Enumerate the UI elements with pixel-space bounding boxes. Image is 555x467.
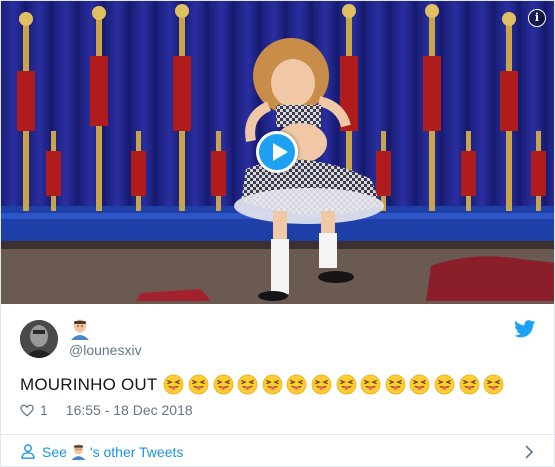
face-with-tongue-icon — [287, 374, 307, 395]
face-with-tongue-icon — [311, 374, 332, 395]
others-label: 's other Tweets — [89, 443, 184, 460]
face-with-tongue-icon — [237, 374, 258, 395]
face-with-tongue-icon — [360, 374, 381, 395]
face-with-tongue-icon — [459, 374, 479, 395]
see-other-tweets-link[interactable]: See 's other Tweets — [21, 443, 183, 460]
man-emoji-icon — [71, 444, 86, 460]
face-with-tongue-icon — [385, 374, 406, 395]
play-button[interactable] — [256, 131, 298, 173]
user-handle[interactable]: @lounesxiv — [69, 342, 142, 358]
like-count[interactable]: 1 — [40, 402, 48, 418]
other-tweets-footer[interactable]: See 's other Tweets — [1, 434, 554, 466]
avatar[interactable] — [20, 320, 58, 358]
tweet-timestamp[interactable]: 16:55 - 18 Dec 2018 — [66, 402, 193, 418]
tweet-text-content: MOURINHO OUT — [20, 374, 158, 394]
tweet-body: @lounesxiv MOURINHO OUT 1 16:55 - 18 Dec… — [1, 304, 554, 430]
face-with-tongue-icon — [410, 374, 430, 395]
tweet-embed-card: i @lounesxiv MOURINHO OUT 1 16:55 - 18 D… — [0, 0, 555, 467]
man-emoji-icon — [71, 319, 89, 340]
heart-icon[interactable] — [20, 404, 34, 417]
face-with-tongue-icon — [164, 374, 184, 395]
tweet-meta: 1 16:55 - 18 Dec 2018 — [20, 402, 193, 418]
info-icon[interactable]: i — [528, 9, 546, 27]
face-with-tongue-icon — [213, 374, 233, 395]
chevron-right-icon[interactable] — [524, 445, 534, 459]
face-with-tongue-icon — [336, 374, 356, 395]
video-player[interactable]: i — [1, 1, 554, 304]
avatar-image — [20, 320, 58, 358]
see-label: See — [42, 443, 67, 460]
face-with-tongue-icon — [483, 374, 504, 395]
tweet-text: MOURINHO OUT — [20, 374, 508, 395]
face-with-tongue-icon — [434, 374, 455, 395]
face-with-tongue-icon — [188, 374, 209, 395]
emoji-row — [163, 374, 507, 395]
twitter-bird-icon[interactable] — [514, 320, 536, 338]
person-icon — [21, 444, 35, 459]
face-with-tongue-icon — [262, 374, 283, 395]
